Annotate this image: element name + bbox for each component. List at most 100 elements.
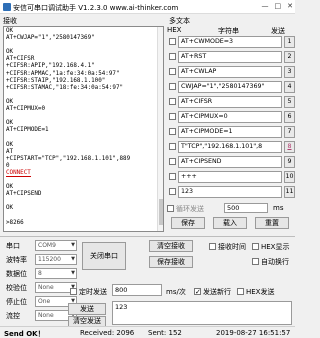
multi-text-input[interactable]: AT+CIPSEND (178, 156, 282, 168)
multi-send-button[interactable]: 11 (284, 186, 295, 198)
close-button[interactable]: ✕ (287, 2, 293, 10)
parity-label: 校验位 (6, 284, 27, 292)
receive-line: +CIPSTART="TCP","192.168.1.101",889 (6, 155, 131, 162)
multi-hex-checkbox[interactable] (169, 188, 176, 195)
cycle-interval-input[interactable]: 500 (224, 203, 268, 213)
received-count: Received: 2096 (80, 329, 135, 337)
maximize-button[interactable]: □ (275, 2, 282, 10)
receive-line: AT+CIPMODE=1 (6, 127, 49, 134)
send-column-header: 发送 (271, 27, 285, 35)
receive-line: AT+CIPMUX=0 (6, 106, 46, 113)
port-label: 串口 (6, 242, 20, 250)
save-multi-button[interactable]: 保存 (171, 217, 205, 229)
port-select[interactable]: COM9 ▼ (35, 240, 77, 251)
chevron-down-icon: ▼ (71, 242, 75, 248)
receive-line: AT+CWJAP="1","2580147369" (6, 35, 95, 42)
auto-wrap-checkbox[interactable] (252, 258, 259, 265)
receive-line (6, 113, 161, 120)
receive-scrollbar[interactable] (157, 27, 163, 231)
multi-send-button[interactable]: 10 (284, 171, 295, 183)
multi-hex-checkbox[interactable] (169, 113, 176, 120)
receive-line: +CIFSR:STAIP,"192.168.1.100" (6, 77, 106, 84)
multi-send-button[interactable]: 9 (284, 156, 295, 168)
multi-text-input[interactable]: CWJAP="1","2580147369" (178, 81, 282, 93)
receive-line (6, 134, 161, 141)
multi-text-input[interactable]: AT+CIPMUX=0 (178, 111, 282, 123)
hex-display-checkbox[interactable] (252, 243, 259, 250)
multi-hex-checkbox[interactable] (169, 53, 176, 60)
multi-hex-checkbox[interactable] (169, 158, 176, 165)
send-newline-checkbox[interactable] (194, 288, 201, 295)
send-textarea[interactable]: 123 (112, 301, 292, 325)
multi-hex-checkbox[interactable] (169, 68, 176, 75)
multi-send-button[interactable]: 4 (284, 81, 295, 93)
multi-text-row: +++ 10 (167, 171, 295, 183)
receive-line: OK (6, 205, 14, 212)
multi-send-button[interactable]: 8 (284, 141, 295, 153)
receive-time-checkbox[interactable] (209, 243, 216, 250)
multi-send-button[interactable]: 7 (284, 126, 295, 138)
data-bits-select[interactable]: 8 ▼ (35, 268, 77, 279)
multi-text-row: AT+CIFSR 5 (167, 96, 295, 108)
receive-textarea[interactable]: OK AT+CWJAP="1","2580147369" OK AT+CIFSR +CI… (3, 26, 164, 232)
flow-control-label: 流控 (6, 312, 20, 320)
chevron-down-icon: ▼ (71, 256, 75, 262)
scrollbar-thumb[interactable] (159, 199, 163, 225)
timed-send-checkbox[interactable] (70, 288, 77, 295)
multi-text-input[interactable]: AT+CWMODE=3 (178, 36, 282, 48)
receive-line: CONNECT (6, 169, 31, 177)
load-multi-button[interactable]: 载入 (213, 217, 247, 229)
receive-line: OK (6, 28, 14, 34)
receive-line: +CIFSR:STAMAC,"18:fe:34:0a:54:97" (6, 84, 124, 91)
multi-hex-checkbox[interactable] (169, 128, 176, 135)
multi-text-input[interactable]: AT+CWLAP (178, 66, 282, 78)
multi-send-button[interactable]: 6 (284, 111, 295, 123)
port-value: COM9 (38, 242, 56, 249)
close-port-button[interactable]: 关闭串口 (82, 242, 126, 270)
multi-hex-checkbox[interactable] (169, 83, 176, 90)
hex-display-label: HEX显示 (261, 243, 290, 251)
receive-line: AT+CIFSR (6, 56, 35, 63)
save-receive-button[interactable]: 保存接收 (149, 256, 193, 268)
receive-line (6, 212, 161, 219)
multi-hex-checkbox[interactable] (169, 173, 176, 180)
receive-line: OK (6, 49, 14, 56)
multi-send-button[interactable]: 2 (284, 51, 295, 63)
multi-text-input[interactable]: AT+CIFSR (178, 96, 282, 108)
data-bits-value: 8 (38, 270, 42, 277)
multi-hex-checkbox[interactable] (169, 38, 176, 45)
multi-text-input[interactable]: 123 (178, 186, 282, 198)
multi-hex-checkbox[interactable] (169, 98, 176, 105)
sent-count: Sent: 152 (148, 329, 182, 337)
reset-multi-button[interactable]: 重置 (255, 217, 289, 229)
receive-line: AT (6, 148, 14, 155)
stop-bits-value: One (38, 298, 51, 305)
hex-column-header: HEX (167, 26, 182, 34)
multi-send-button[interactable]: 1 (284, 36, 295, 48)
multi-send-button[interactable]: 5 (284, 96, 295, 108)
multi-text-row: T"TCP","192.168.1.101",8 8 (167, 141, 295, 153)
multi-text-input[interactable]: AT+CIPMODE=1 (178, 126, 282, 138)
cycle-unit-label: ms (273, 204, 284, 212)
multi-send-button[interactable]: 3 (284, 66, 295, 78)
hex-send-checkbox[interactable] (237, 288, 244, 295)
receive-line: 0 (6, 162, 10, 169)
clear-receive-button[interactable]: 清空接收 (149, 240, 193, 252)
baud-rate-select[interactable]: 115200 ▼ (35, 254, 77, 265)
multi-text-row: 123 11 (167, 186, 295, 198)
window-title: 安信可串口调试助手 V1.2.3.0 www.ai-thinker.com (13, 4, 179, 12)
receive-line: >8266 (6, 219, 24, 226)
send-button[interactable]: 发送 (68, 303, 106, 315)
multi-text-row: AT+CIPSEND 9 (167, 156, 295, 168)
timed-send-label: 定时发送 (79, 288, 107, 296)
multi-text-input[interactable]: +++ (178, 171, 282, 183)
stop-bits-label: 停止位 (6, 298, 27, 306)
receive-line: +CIFSR:APIP,"192.168.4.1" (6, 63, 95, 70)
multi-text-input[interactable]: T"TCP","192.168.1.101",8 (178, 141, 282, 153)
minimize-button[interactable]: — (262, 2, 269, 10)
multi-hex-checkbox[interactable] (169, 143, 176, 150)
send-period-input[interactable]: 800 (112, 284, 162, 296)
baud-rate-label: 波特率 (6, 256, 27, 264)
multi-text-input[interactable]: AT+RST (178, 51, 282, 63)
cycle-send-checkbox[interactable] (167, 205, 174, 212)
